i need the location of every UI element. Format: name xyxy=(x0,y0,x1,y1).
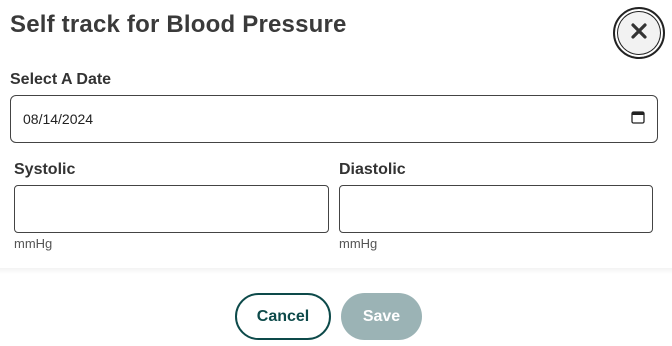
calendar-icon[interactable] xyxy=(631,110,645,129)
date-input[interactable]: 08/14/2024 xyxy=(10,95,658,143)
close-button[interactable] xyxy=(613,7,665,59)
cancel-button[interactable]: Cancel xyxy=(235,293,331,340)
dialog-title: Self track for Blood Pressure xyxy=(10,11,347,38)
diastolic-input[interactable] xyxy=(339,185,653,233)
footer-divider xyxy=(0,268,672,274)
date-value: 08/14/2024 xyxy=(23,111,94,127)
save-button[interactable]: Save xyxy=(341,293,422,340)
diastolic-label: Diastolic xyxy=(339,161,406,178)
systolic-unit: mmHg xyxy=(14,236,53,251)
systolic-label: Systolic xyxy=(14,161,76,178)
date-label: Select A Date xyxy=(10,71,112,88)
diastolic-unit: mmHg xyxy=(339,236,378,251)
systolic-input[interactable] xyxy=(14,185,329,233)
close-icon xyxy=(630,22,648,45)
